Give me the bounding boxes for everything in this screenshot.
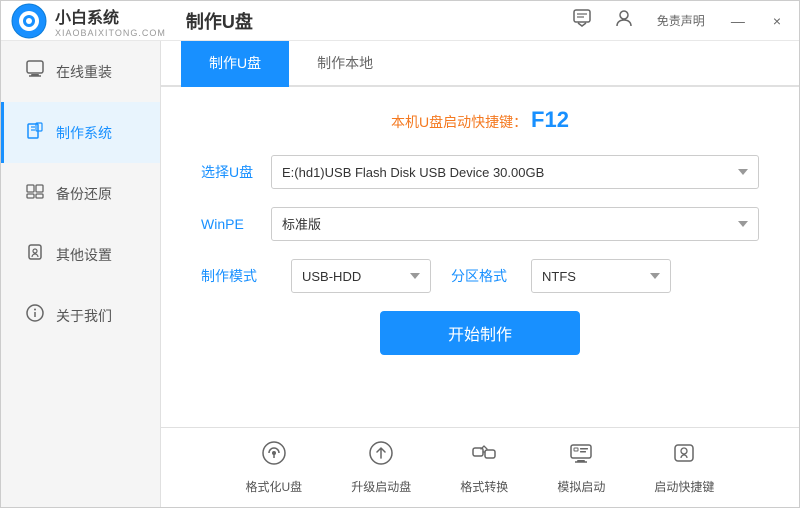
sidebar-label-other-settings: 其他设置 (56, 245, 112, 265)
tool-boot-shortcut[interactable]: 启动快捷键 (654, 440, 714, 495)
titlebar-controls: 免责声明 — × (567, 5, 789, 36)
sidebar-label-online-reinstall: 在线重装 (56, 62, 112, 82)
winpe-label: WinPE (201, 216, 271, 232)
start-button[interactable]: 开始制作 (380, 311, 580, 355)
tabs: 制作U盘 制作本地 (161, 41, 799, 87)
logo-main: 小白系统 (55, 4, 166, 28)
tool-format-convert-label: 格式转换 (460, 478, 508, 495)
tool-upgrade-boot[interactable]: 升级启动盘 (351, 440, 411, 495)
mode-label: 制作模式 (201, 266, 271, 286)
logo-text: 小白系统 XIAOBAIXITONG.COM (55, 4, 166, 38)
sidebar-label-make-system: 制作系统 (56, 123, 112, 143)
logo: 小白系统 XIAOBAIXITONG.COM (11, 3, 166, 39)
usb-select-dropdown[interactable]: E:(hd1)USB Flash Disk USB Device 30.00GB (271, 155, 759, 189)
user-icon[interactable] (609, 5, 639, 36)
titlebar: 小白系统 XIAOBAIXITONG.COM 制作U盘 免责声明 — × (1, 1, 799, 41)
logo-icon (11, 3, 47, 39)
close-button[interactable]: × (765, 11, 789, 31)
form-area: 本机U盘启动快捷键： F12 选择U盘 E:(hd1)USB Flash Dis… (161, 87, 799, 427)
tool-upgrade-boot-label: 升级启动盘 (351, 478, 411, 495)
tab-make-usb[interactable]: 制作U盘 (181, 41, 289, 87)
upgrade-boot-icon (368, 440, 394, 472)
shortcut-hint: 本机U盘启动快捷键： F12 (201, 107, 759, 133)
shortcut-key: F12 (531, 107, 569, 132)
tool-simulate-boot-label: 模拟启动 (557, 478, 605, 495)
partition-dropdown[interactable]: NTFS (531, 259, 671, 293)
partition-label: 分区格式 (451, 266, 511, 286)
other-settings-icon (24, 242, 46, 267)
winpe-dropdown[interactable]: 标准版 (271, 207, 759, 241)
feedback-icon[interactable] (567, 5, 597, 36)
tool-format-usb[interactable]: 格式化U盘 (246, 440, 303, 495)
simulate-boot-icon (568, 440, 594, 472)
sidebar-item-other-settings[interactable]: 其他设置 (1, 224, 160, 285)
bottom-toolbar: 格式化U盘 升级启动盘 (161, 427, 799, 507)
backup-restore-icon (24, 181, 46, 206)
tool-format-convert[interactable]: 格式转换 (460, 440, 508, 495)
tool-simulate-boot[interactable]: 模拟启动 (557, 440, 605, 495)
logo-sub: XIAOBAIXITONG.COM (55, 28, 166, 38)
sidebar: 在线重装 制作系统 备份还原 其他设置 关于我们 (1, 41, 161, 507)
sidebar-item-make-system[interactable]: 制作系统 (1, 102, 160, 163)
minimize-button[interactable]: — (723, 11, 753, 31)
sidebar-item-backup-restore[interactable]: 备份还原 (1, 163, 160, 224)
about-us-icon (24, 303, 46, 328)
sidebar-item-about-us[interactable]: 关于我们 (1, 285, 160, 346)
boot-shortcut-icon (671, 440, 697, 472)
tab-make-local[interactable]: 制作本地 (289, 41, 401, 87)
format-usb-icon (261, 440, 287, 472)
sidebar-item-online-reinstall[interactable]: 在线重装 (1, 41, 160, 102)
tool-format-usb-label: 格式化U盘 (246, 478, 303, 495)
winpe-row: WinPE 标准版 (201, 207, 759, 241)
mode-dropdown[interactable]: USB-HDD (291, 259, 431, 293)
format-convert-icon (471, 440, 497, 472)
mode-partition-row: 制作模式 USB-HDD 分区格式 NTFS (201, 259, 759, 293)
tool-boot-shortcut-label: 启动快捷键 (654, 478, 714, 495)
main-container: 在线重装 制作系统 备份还原 其他设置 关于我们 (1, 41, 799, 507)
content: 制作U盘 制作本地 本机U盘启动快捷键： F12 选择U盘 E:(hd1)USB… (161, 41, 799, 507)
sidebar-label-backup-restore: 备份还原 (56, 184, 112, 204)
shortcut-hint-text: 本机U盘启动快捷键： (391, 114, 527, 130)
sidebar-label-about-us: 关于我们 (56, 306, 112, 326)
make-system-icon (24, 120, 46, 145)
usb-select-label: 选择U盘 (201, 162, 271, 182)
usb-select-row: 选择U盘 E:(hd1)USB Flash Disk USB Device 30… (201, 155, 759, 189)
disclaimer-btn[interactable]: 免责声明 (651, 10, 711, 31)
page-title: 制作U盘 (186, 8, 567, 34)
online-reinstall-icon (24, 59, 46, 84)
